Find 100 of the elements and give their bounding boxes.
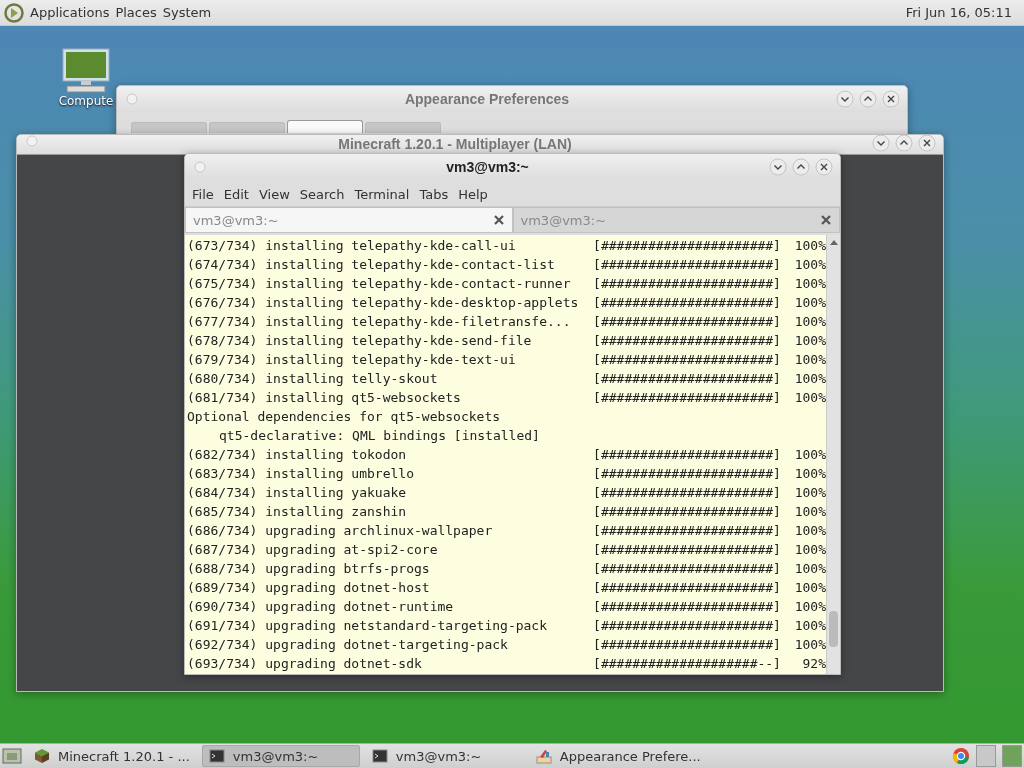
terminal-icon	[371, 748, 388, 764]
terminal-line: (678/734) installing telepathy-kde-send-file	[187, 332, 533, 350]
terminal-line: (673/734) installing telepathy-kde-call-ui	[187, 237, 517, 255]
percent-text: 100%	[793, 598, 826, 616]
window-title: Minecraft 1.20.1 - Multiplayer (LAN)	[337, 135, 573, 153]
terminal-line: (684/734) installing yakuake	[187, 484, 408, 502]
menu-item[interactable]: File	[187, 186, 219, 202]
terminal-line: (689/734) upgrading dotnet-host	[187, 579, 431, 597]
maximize-icon	[792, 158, 810, 176]
progress-text: [######################]	[593, 579, 782, 597]
percent-text: 100%	[793, 332, 826, 350]
percent-text: 100%	[793, 351, 826, 369]
window-title: Appearance Preferences	[403, 90, 571, 108]
percent-text: 100%	[793, 522, 826, 540]
percent-text: 100%	[793, 313, 826, 331]
terminal-line: Optional dependencies for qt5-websockets	[187, 408, 501, 426]
workspace-switcher[interactable]	[976, 745, 996, 767]
terminal-line: (675/734) installing telepathy-kde-contact-runner	[187, 275, 572, 293]
window-dot-icon	[26, 135, 38, 147]
maximize-icon	[859, 90, 877, 108]
menu-item[interactable]: Terminal	[349, 186, 415, 202]
terminal-line: (676/734) installing telepathy-kde-desktop-applets	[187, 294, 580, 312]
terminal-line: (679/734) installing telepathy-kde-text-ui	[187, 351, 517, 369]
brush-icon	[535, 748, 552, 764]
progress-text: [######################]	[593, 351, 782, 369]
progress-text: [######################]	[593, 446, 782, 464]
progress-text: [######################]	[593, 332, 782, 350]
tab[interactable]	[131, 122, 207, 133]
percent-text: 100%	[793, 256, 826, 274]
terminal-line: (686/734) upgrading archlinux-wallpaper	[187, 522, 494, 540]
percent-text: 100%	[793, 389, 826, 407]
tab[interactable]	[287, 120, 363, 133]
taskbar-button[interactable]: Appearance Prefere...	[529, 745, 707, 767]
terminal-line: (687/734) upgrading at-spi2-core	[187, 541, 439, 559]
progress-text: [######################]	[593, 484, 782, 502]
panel-menu[interactable]: Places	[115, 5, 157, 20]
progress-text: [######################]	[593, 522, 782, 540]
percent-text: 100%	[793, 294, 826, 312]
workspace-switcher[interactable]	[1002, 745, 1022, 767]
terminal-line: (693/734) upgrading dotnet-sdk	[187, 655, 423, 673]
panel-menu[interactable]: System	[162, 5, 212, 20]
percent-text: 92%	[801, 655, 826, 673]
clock: Fri Jun 16, 05:11	[905, 5, 1013, 20]
progress-text: [######################]	[593, 294, 782, 312]
terminal-line: qt5-declarative: QML bindings [installed]	[218, 427, 540, 445]
percent-text: 100%	[793, 370, 826, 388]
panel-menu[interactable]: Applications	[30, 5, 110, 20]
minimize-icon	[769, 158, 787, 176]
menu-item[interactable]: Edit	[218, 186, 254, 202]
computer-icon	[61, 48, 111, 94]
window-dot-icon	[194, 161, 206, 173]
menu-item[interactable]: Search	[294, 186, 350, 202]
minimize-icon	[836, 90, 854, 108]
progress-text: [######################]	[593, 370, 782, 388]
taskbar-button[interactable]: vm3@vm3:~	[365, 745, 524, 767]
browser-icon	[952, 747, 970, 765]
progress-text: [######################]	[593, 256, 782, 274]
close-icon	[815, 158, 833, 176]
percent-text: 100%	[793, 484, 826, 502]
terminal-line: (680/734) installing telly-skout	[187, 370, 439, 388]
grass-block-icon	[34, 748, 50, 764]
menu-item[interactable]: Tabs	[414, 186, 454, 202]
terminal-line: (688/734) upgrading btrfs-progs	[187, 560, 431, 578]
taskbar-button[interactable]: Minecraft 1.20.1 - ...	[28, 745, 196, 767]
terminal-line: (690/734) upgrading dotnet-runtime	[187, 598, 455, 616]
scrollbar[interactable]	[826, 235, 840, 674]
percent-text: 100%	[793, 465, 826, 483]
progress-text: [######################]	[593, 465, 782, 483]
progress-text: [######################]	[593, 237, 782, 255]
menu-item[interactable]: Help	[453, 186, 493, 202]
percent-text: 100%	[793, 503, 826, 521]
menu-item[interactable]: View	[253, 186, 295, 202]
percent-text: 100%	[793, 237, 826, 255]
progress-text: [######################]	[593, 275, 782, 293]
terminal-icon	[208, 748, 225, 764]
percent-text: 100%	[793, 275, 826, 293]
desktop-icon-label[interactable]: Compute	[58, 94, 114, 108]
scrollbar-thumb[interactable]	[829, 611, 838, 647]
close-icon	[820, 214, 832, 226]
percent-text: 100%	[793, 541, 826, 559]
progress-text: [######################]	[593, 617, 782, 635]
tab[interactable]	[365, 122, 441, 133]
percent-text: 100%	[793, 560, 826, 578]
progress-text: [######################]	[593, 598, 782, 616]
window-title: vm3@vm3:~	[445, 159, 530, 175]
terminal-line: (685/734) installing zanshin	[187, 503, 408, 521]
terminal-line: (677/734) installing telepathy-kde-filetransfe...	[187, 313, 572, 331]
progress-text: [####################--]	[593, 655, 782, 673]
progress-text: [######################]	[593, 503, 782, 521]
terminal-line: (683/734) installing umbrello	[187, 465, 415, 483]
percent-text: 100%	[793, 617, 826, 635]
terminal-line: (691/734) upgrading netstandard-targeting-pack	[187, 617, 549, 635]
percent-text: 100%	[793, 579, 826, 597]
tab[interactable]	[209, 122, 285, 133]
taskbar-button[interactable]: vm3@vm3:~	[201, 745, 360, 767]
terminal-line: (692/734) upgrading dotnet-targeting-pack	[187, 636, 509, 654]
progress-text: [######################]	[593, 636, 782, 654]
progress-text: [######################]	[593, 560, 782, 578]
terminal-line: (681/734) installing qt5-websockets	[187, 389, 462, 407]
percent-text: 100%	[793, 636, 826, 654]
